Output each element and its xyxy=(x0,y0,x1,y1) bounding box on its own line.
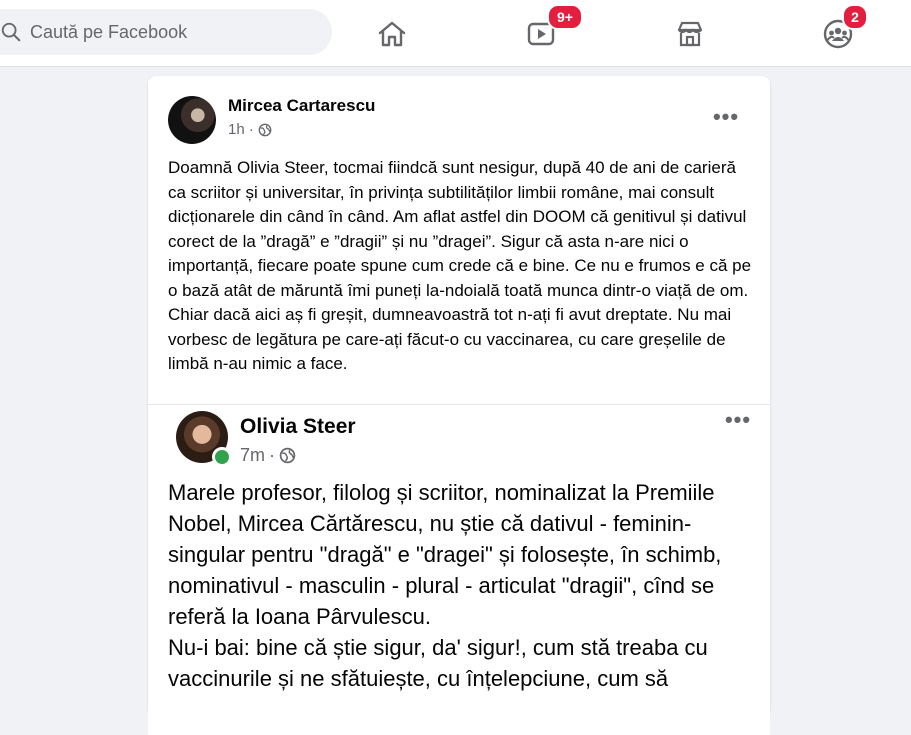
post-more-options-icon[interactable]: ••• xyxy=(708,106,744,128)
author-avatar[interactable] xyxy=(168,96,216,144)
post-card: Mircea Cartarescu 1h · ••• Doamnă Olivia… xyxy=(148,76,770,735)
nav-groups-button[interactable]: 2 xyxy=(814,4,868,56)
online-status-indicator xyxy=(212,447,232,467)
shared-paragraph: Marele profesor, filolog și scriitor, no… xyxy=(168,480,722,629)
post-author-name[interactable]: Mircea Cartarescu xyxy=(228,96,375,116)
globe-icon xyxy=(258,123,272,136)
shared-more-options-icon[interactable]: ••• xyxy=(720,409,756,431)
meta-separator: · xyxy=(269,445,276,465)
shared-paragraph: Nu-i bai: bine că știe sigur, da' sigur!… xyxy=(168,635,708,691)
search-box[interactable] xyxy=(0,9,332,55)
nav-marketplace-button[interactable] xyxy=(666,10,712,56)
post-time[interactable]: 1h xyxy=(228,121,245,138)
post-meta: 1h · xyxy=(228,121,272,138)
shared-author-name[interactable]: Olivia Steer xyxy=(240,415,356,439)
meta-separator: · xyxy=(248,121,254,138)
shared-post: Olivia Steer 7m · ••• Marele profesor, f… xyxy=(148,404,770,735)
shared-post-time[interactable]: 7m xyxy=(240,445,265,466)
search-input[interactable] xyxy=(30,9,310,55)
marketplace-icon xyxy=(677,21,703,47)
top-navigation-bar: 9+ 2 xyxy=(0,0,911,67)
groups-badge: 2 xyxy=(842,4,868,30)
post-text: Doamnă Olivia Steer, tocmai fiindcă sunt… xyxy=(168,158,752,373)
globe-icon xyxy=(279,447,296,464)
shared-post-meta: 7m · xyxy=(240,445,296,466)
shared-post-text: Marele profesor, filolog și scriitor, no… xyxy=(168,477,768,694)
nav-home-button[interactable] xyxy=(368,10,414,56)
home-icon xyxy=(378,21,406,47)
watch-badge: 9+ xyxy=(547,4,583,30)
nav-watch-button[interactable]: 9+ xyxy=(517,4,583,56)
search-icon xyxy=(1,22,21,42)
